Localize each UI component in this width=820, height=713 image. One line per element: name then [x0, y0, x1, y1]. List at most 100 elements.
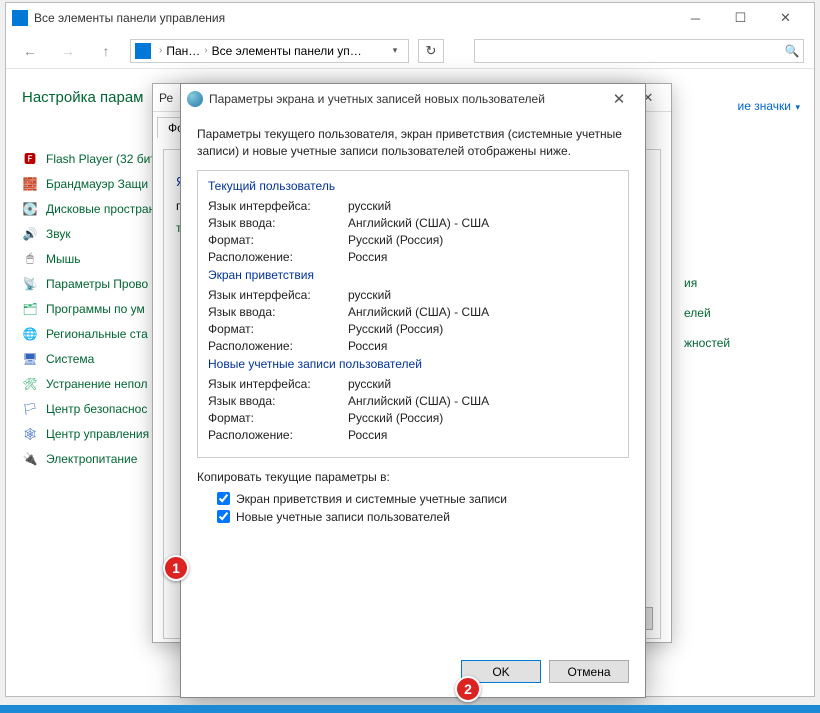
callout-marker-1: 1: [163, 555, 189, 581]
welcome-screen-settings-dialog: Параметры экрана и учетных записей новых…: [180, 83, 646, 698]
setting-key: Формат:: [208, 411, 348, 425]
item-icon: 💽: [22, 201, 38, 217]
item-label: Дисковые простран: [46, 202, 155, 216]
window-title: Все элементы панели управления: [34, 11, 673, 25]
cancel-button[interactable]: Отмена: [549, 660, 629, 683]
setting-key: Язык интерфейса:: [208, 377, 348, 391]
setting-value: Россия: [348, 428, 387, 442]
nav-back-icon[interactable]: ←: [16, 37, 44, 65]
item-icon: 🖥: [22, 351, 38, 367]
setting-value: Английский (США) - США: [348, 216, 489, 230]
setting-key: Язык ввода:: [208, 305, 348, 319]
setting-key: Язык ввода:: [208, 394, 348, 408]
modal-close-button[interactable]: ✕: [599, 85, 639, 114]
setting-key: Расположение:: [208, 428, 348, 442]
item-label: Мышь: [46, 252, 81, 266]
setting-value: Английский (США) - США: [348, 394, 489, 408]
setting-row: Формат:Русский (Россия): [208, 322, 618, 336]
item-label: Региональные ста: [46, 327, 148, 341]
chevron-right-icon: ›: [204, 45, 207, 56]
setting-value: русский: [348, 199, 391, 213]
setting-row: Язык ввода:Английский (США) - США: [208, 305, 618, 319]
refresh-button[interactable]: ↻: [418, 39, 444, 63]
group-title: Экран приветствия: [208, 268, 618, 282]
setting-value: Россия: [348, 250, 387, 264]
search-box[interactable]: 🔍: [474, 39, 804, 63]
setting-value: русский: [348, 288, 391, 302]
chevron-down-icon[interactable]: ▾: [386, 45, 404, 56]
checkbox-input[interactable]: [217, 510, 230, 523]
right-column-peek: ияелейжностей: [684, 268, 782, 358]
setting-key: Язык ввода:: [208, 216, 348, 230]
item-label: Система: [46, 352, 94, 366]
item-icon: 🏳: [22, 401, 38, 417]
region-dialog-title: Ре: [159, 91, 173, 105]
close-button[interactable]: ✕: [763, 4, 808, 33]
callout-marker-2: 2: [455, 676, 481, 702]
search-icon[interactable]: 🔍: [781, 44, 803, 58]
setting-key: Язык интерфейса:: [208, 288, 348, 302]
chevron-right-icon: ›: [159, 45, 162, 56]
breadcrumb[interactable]: › Пан… › Все элементы панели уп… ▾: [130, 39, 409, 63]
item-icon: 🌐: [22, 326, 38, 342]
setting-row: Язык ввода:Английский (США) - США: [208, 394, 618, 408]
setting-row: Расположение:Россия: [208, 428, 618, 442]
search-input[interactable]: [475, 44, 781, 58]
item-icon: 🔊: [22, 226, 38, 242]
nav-up-icon[interactable]: ↑: [92, 37, 120, 65]
item-label: Программы по ум: [46, 302, 145, 316]
item-label: Центр безопаснос: [46, 402, 147, 416]
setting-row: Расположение:Россия: [208, 339, 618, 353]
maximize-button[interactable]: ☐: [718, 4, 763, 33]
checkbox-label: Новые учетные записи пользователей: [236, 510, 450, 524]
group-title: Новые учетные записи пользователей: [208, 357, 618, 371]
nav-forward-icon[interactable]: →: [54, 37, 82, 65]
item-icon: 🖱: [22, 251, 38, 267]
setting-key: Формат:: [208, 322, 348, 336]
item-label: Брандмауэр Защи: [46, 177, 148, 191]
item-icon: 🧱: [22, 176, 38, 192]
item-label: Устранение непол: [46, 377, 148, 391]
modal-title: Параметры экрана и учетных записей новых…: [209, 92, 545, 106]
setting-value: Русский (Россия): [348, 322, 443, 336]
setting-row: Язык интерфейса:русский: [208, 288, 618, 302]
setting-value: Английский (США) - США: [348, 305, 489, 319]
checkbox-new-users[interactable]: Новые учетные записи пользователей: [217, 510, 629, 524]
item-label: Звук: [46, 227, 71, 241]
view-mode-link[interactable]: ие значки: [738, 99, 801, 113]
setting-value: Россия: [348, 339, 387, 353]
item-icon: 📡: [22, 276, 38, 292]
setting-key: Расположение:: [208, 339, 348, 353]
taskbar: [0, 705, 820, 713]
item-icon: 🛠: [22, 376, 38, 392]
item-label: Flash Player (32 бит: [46, 152, 156, 166]
navbar: ← → ↑ › Пан… › Все элементы панели уп… ▾…: [6, 33, 814, 69]
modal-description: Параметры текущего пользователя, экран п…: [197, 126, 629, 160]
checkbox-input[interactable]: [217, 492, 230, 505]
checkbox-label: Экран приветствия и системные учетные за…: [236, 492, 507, 506]
checkbox-welcome-screen[interactable]: Экран приветствия и системные учетные за…: [217, 492, 629, 506]
setting-row: Язык интерфейса:русский: [208, 377, 618, 391]
setting-key: Расположение:: [208, 250, 348, 264]
breadcrumb-part-2[interactable]: Все элементы панели уп…: [212, 44, 362, 58]
main-titlebar: Все элементы панели управления ─ ☐ ✕: [6, 3, 814, 33]
item-label: Параметры Прово: [46, 277, 148, 291]
breadcrumb-part-1[interactable]: Пан…: [166, 44, 200, 58]
setting-row: Язык ввода:Английский (США) - США: [208, 216, 618, 230]
item-label: Электропитание: [46, 452, 137, 466]
item-icon: 🕸: [22, 426, 38, 442]
item-icon: 🅵: [22, 151, 38, 167]
item-label: Центр управления: [46, 427, 149, 441]
peek-fragment: ия: [684, 268, 782, 298]
minimize-button[interactable]: ─: [673, 4, 718, 33]
setting-key: Формат:: [208, 233, 348, 247]
control-panel-icon: [12, 10, 28, 26]
setting-key: Язык интерфейса:: [208, 199, 348, 213]
peek-fragment: елей: [684, 298, 782, 328]
peek-fragment: жностей: [684, 328, 782, 358]
setting-row: Формат:Русский (Россия): [208, 411, 618, 425]
setting-value: русский: [348, 377, 391, 391]
item-icon: 🔌: [22, 451, 38, 467]
group-title: Текущий пользователь: [208, 179, 618, 193]
setting-value: Русский (Россия): [348, 233, 443, 247]
